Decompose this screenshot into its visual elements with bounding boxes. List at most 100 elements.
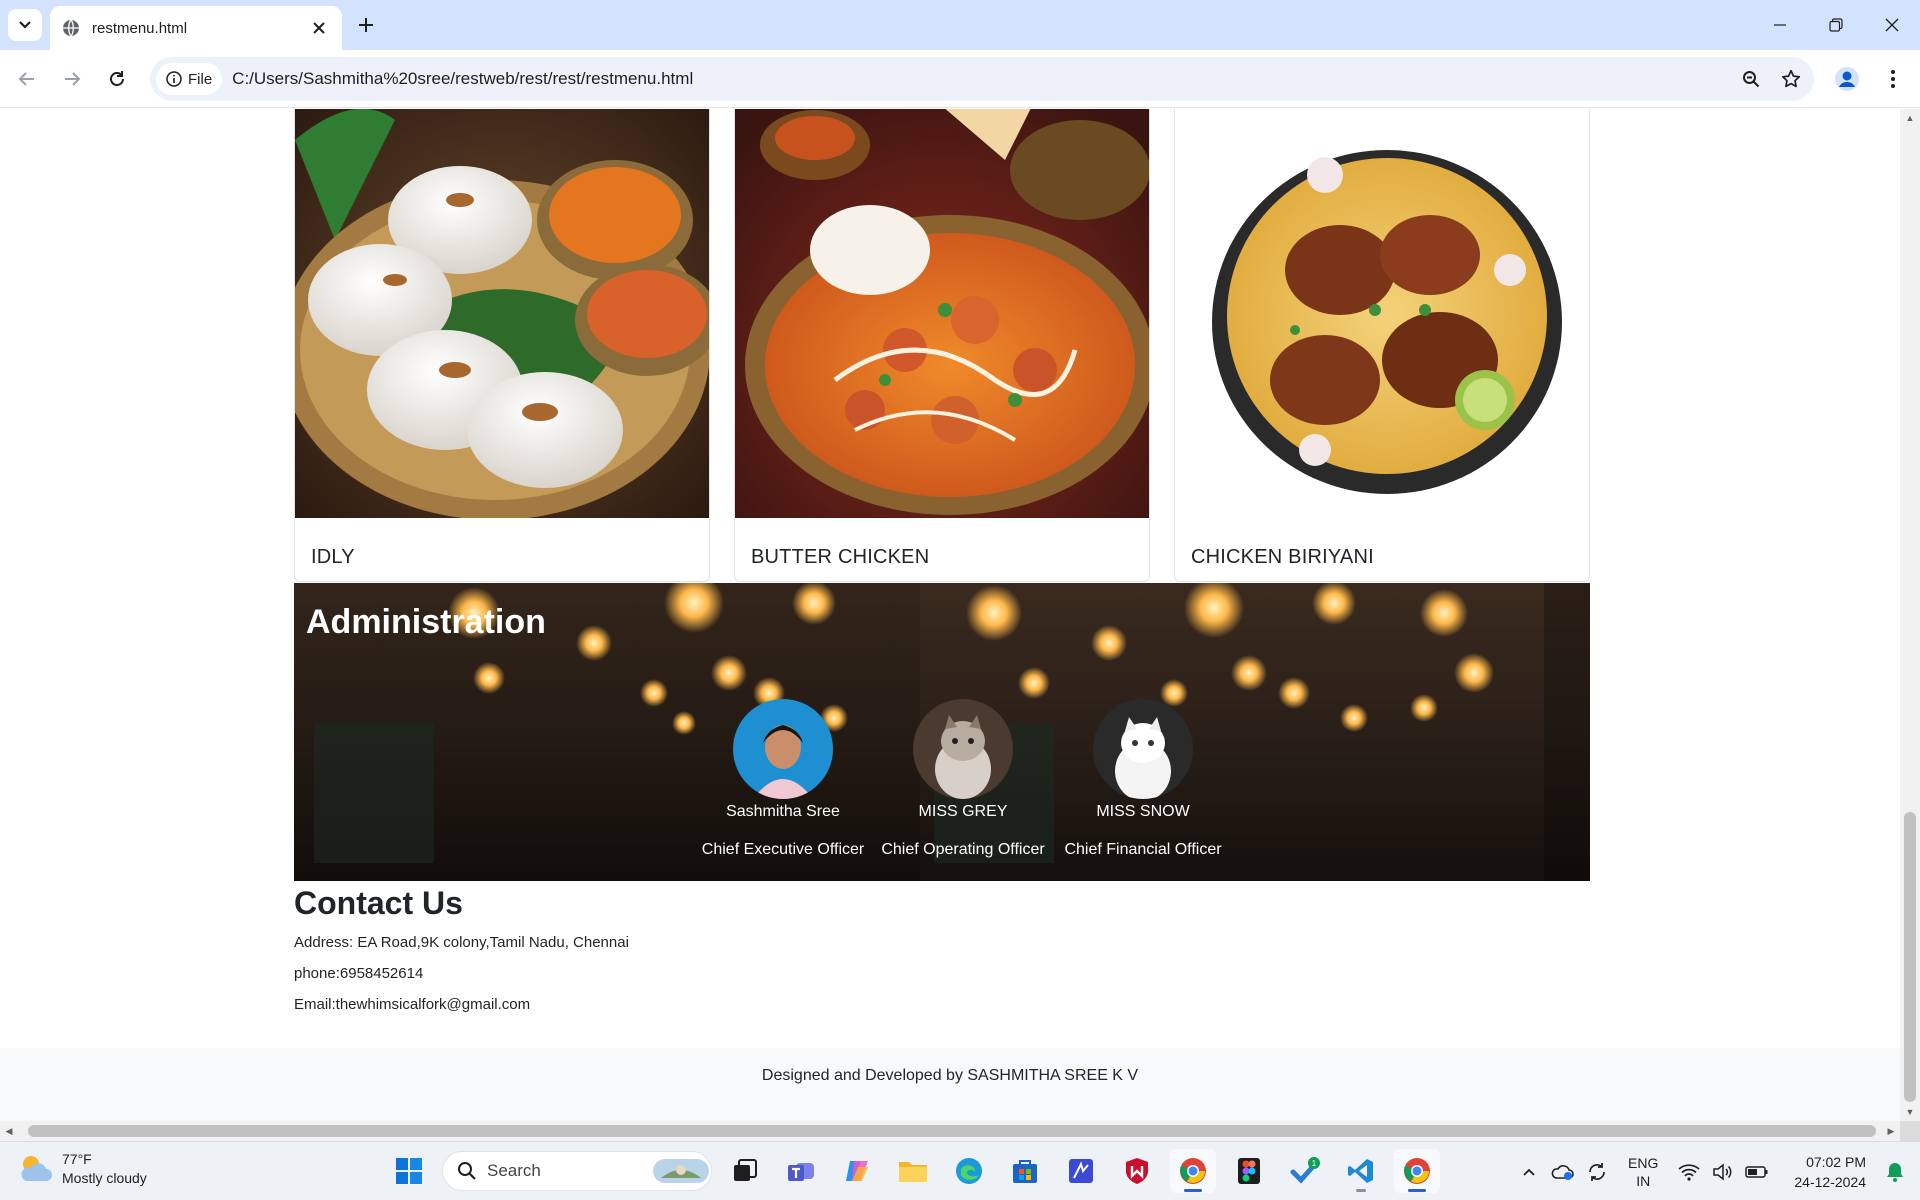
admin-member-coo: MISS GREY Chief Operating Officer	[863, 699, 1063, 859]
speaker-icon	[1713, 1162, 1732, 1181]
site-chip-label: File	[188, 70, 213, 88]
restore-button[interactable]	[1808, 0, 1864, 50]
weather-widget[interactable]: 77°F Mostly cloudy	[18, 1150, 147, 1188]
clock-date: 24-12-2024	[1794, 1173, 1866, 1190]
restore-icon	[1829, 18, 1843, 32]
search-icon	[458, 1162, 476, 1180]
menu-item-name: BUTTER CHICKEN	[751, 546, 930, 568]
wifi-tray[interactable]	[1674, 1157, 1704, 1187]
idly-image	[295, 109, 709, 518]
chicken-biriyani-image	[1175, 109, 1589, 518]
page-footer: Designed and Developed by SASHMITHA SREE…	[0, 1048, 1900, 1121]
weather-temp: 77°F	[62, 1151, 92, 1167]
file-explorer-app[interactable]	[890, 1149, 936, 1193]
active-tab[interactable]: restmenu.html	[50, 6, 342, 50]
chrome-icon	[1404, 1158, 1430, 1184]
profile-icon	[1835, 67, 1859, 91]
language-indicator[interactable]: ENG IN	[1628, 1154, 1658, 1190]
window-close-button[interactable]	[1864, 0, 1920, 50]
back-icon	[18, 72, 34, 86]
scroll-left-icon[interactable]: ◀	[4, 1126, 14, 1136]
new-tab-button[interactable]	[352, 11, 380, 39]
lang-line1: ENG	[1628, 1154, 1659, 1171]
copilot-app[interactable]	[834, 1149, 880, 1193]
forward-button[interactable]	[55, 62, 89, 96]
show-hidden-icons-button[interactable]	[1514, 1157, 1544, 1187]
close-icon	[313, 22, 325, 34]
contact-address: Address: EA Road,9K colony,Tamil Nadu, C…	[294, 934, 629, 951]
chrome-app[interactable]	[1170, 1149, 1216, 1193]
menu-card-idly[interactable]: IDLY	[294, 109, 710, 582]
vscode-app[interactable]	[1338, 1149, 1384, 1193]
windows-logo-icon	[396, 1158, 422, 1184]
figma-app[interactable]	[1226, 1149, 1272, 1193]
bookmark-button[interactable]	[1774, 62, 1808, 96]
admin-member-ceo: Sashmitha Sree Chief Executive Officer	[683, 699, 883, 859]
bell-icon	[1887, 1162, 1903, 1182]
chrome-app-2[interactable]	[1394, 1149, 1440, 1193]
plus-icon	[359, 18, 373, 32]
folder-icon	[899, 1162, 927, 1182]
menu-card-chicken-biriyani[interactable]: CHICKEN BIRIYANI	[1174, 109, 1590, 582]
tab-list-button[interactable]	[8, 9, 42, 41]
administration-title: Administration	[306, 603, 546, 641]
back-button[interactable]	[10, 62, 44, 96]
onedrive-tray[interactable]	[1548, 1157, 1578, 1187]
vertical-scroll-thumb[interactable]	[1904, 812, 1916, 1102]
star-icon	[1781, 69, 1801, 88]
administration-section: Administration Sashmitha Sree Chief Exec…	[294, 583, 1590, 881]
minimize-button[interactable]	[1752, 0, 1808, 50]
site-info-chip[interactable]: File	[156, 63, 223, 95]
cloud-icon	[1551, 1164, 1574, 1180]
menu-card-grid: IDLY BUTTER CHICKEN CHICKEN BIRIYANI	[294, 109, 1590, 582]
admin-member-name: Sashmitha Sree	[726, 803, 840, 820]
tab-close-button[interactable]	[308, 17, 330, 39]
sync-tray[interactable]	[1582, 1157, 1612, 1187]
admin-member-role: Chief Financial Officer	[1064, 841, 1222, 858]
battery-tray[interactable]	[1742, 1157, 1772, 1187]
lang-line2: IN	[1636, 1172, 1651, 1189]
zoom-button[interactable]	[1734, 62, 1768, 96]
weather-desc: Mostly cloudy	[62, 1170, 147, 1186]
code-studio-icon	[1069, 1159, 1093, 1183]
url-text[interactable]: C:/Users/Sashmitha%20sree/restweb/rest/r…	[232, 69, 1734, 89]
scroll-right-icon[interactable]: ▶	[1886, 1126, 1896, 1136]
admin-member-name: MISS SNOW	[1096, 803, 1190, 820]
mcafee-app[interactable]	[1114, 1149, 1160, 1193]
notifications-button[interactable]	[1880, 1157, 1910, 1187]
menu-card-butter-chicken[interactable]: BUTTER CHICKEN	[734, 109, 1150, 582]
address-bar[interactable]: File C:/Users/Sashmitha%20sree/restweb/r…	[150, 57, 1814, 101]
clock[interactable]: 07:02 PM 24-12-2024	[1794, 1152, 1866, 1192]
scroll-up-icon[interactable]: ▲	[1905, 113, 1915, 123]
checkmark-icon: 1	[1290, 1157, 1320, 1184]
teams-app[interactable]	[778, 1149, 824, 1193]
browser-menu-button[interactable]	[1876, 62, 1910, 96]
profile-button[interactable]	[1830, 62, 1864, 96]
scroll-down-icon[interactable]: ▼	[1905, 1107, 1915, 1117]
start-button[interactable]	[386, 1149, 432, 1193]
task-view-button[interactable]	[722, 1149, 768, 1193]
code-app[interactable]	[1058, 1149, 1104, 1193]
edge-app[interactable]	[946, 1149, 992, 1193]
volume-tray[interactable]	[1708, 1157, 1738, 1187]
page-viewport: IDLY BUTTER CHICKEN CHICKEN BIRIYANI Adm…	[0, 109, 1900, 1121]
horizontal-scrollbar[interactable]: ◀ ▶	[0, 1121, 1900, 1141]
running-indicator	[1184, 1189, 1202, 1192]
todo-app[interactable]: 1	[1282, 1149, 1328, 1193]
footer-text: Designed and Developed by SASHMITHA SREE…	[761, 1067, 1139, 1084]
figma-icon	[1238, 1158, 1260, 1184]
store-icon	[1013, 1160, 1037, 1183]
horizontal-scroll-thumb[interactable]	[28, 1125, 1876, 1137]
todo-badge: 1	[1312, 1159, 1317, 1168]
shield-icon	[1126, 1158, 1148, 1184]
avatar	[913, 699, 1013, 799]
scrollbar-corner	[1900, 1121, 1920, 1141]
vertical-scrollbar[interactable]: ▲ ▼	[1900, 109, 1920, 1121]
teams-icon	[788, 1163, 814, 1181]
store-app[interactable]	[1002, 1149, 1048, 1193]
window-close-icon	[1885, 18, 1899, 32]
reload-button[interactable]	[100, 62, 134, 96]
copilot-icon	[846, 1161, 868, 1181]
forward-icon	[65, 72, 81, 86]
taskbar-search[interactable]: Search	[442, 1151, 712, 1191]
